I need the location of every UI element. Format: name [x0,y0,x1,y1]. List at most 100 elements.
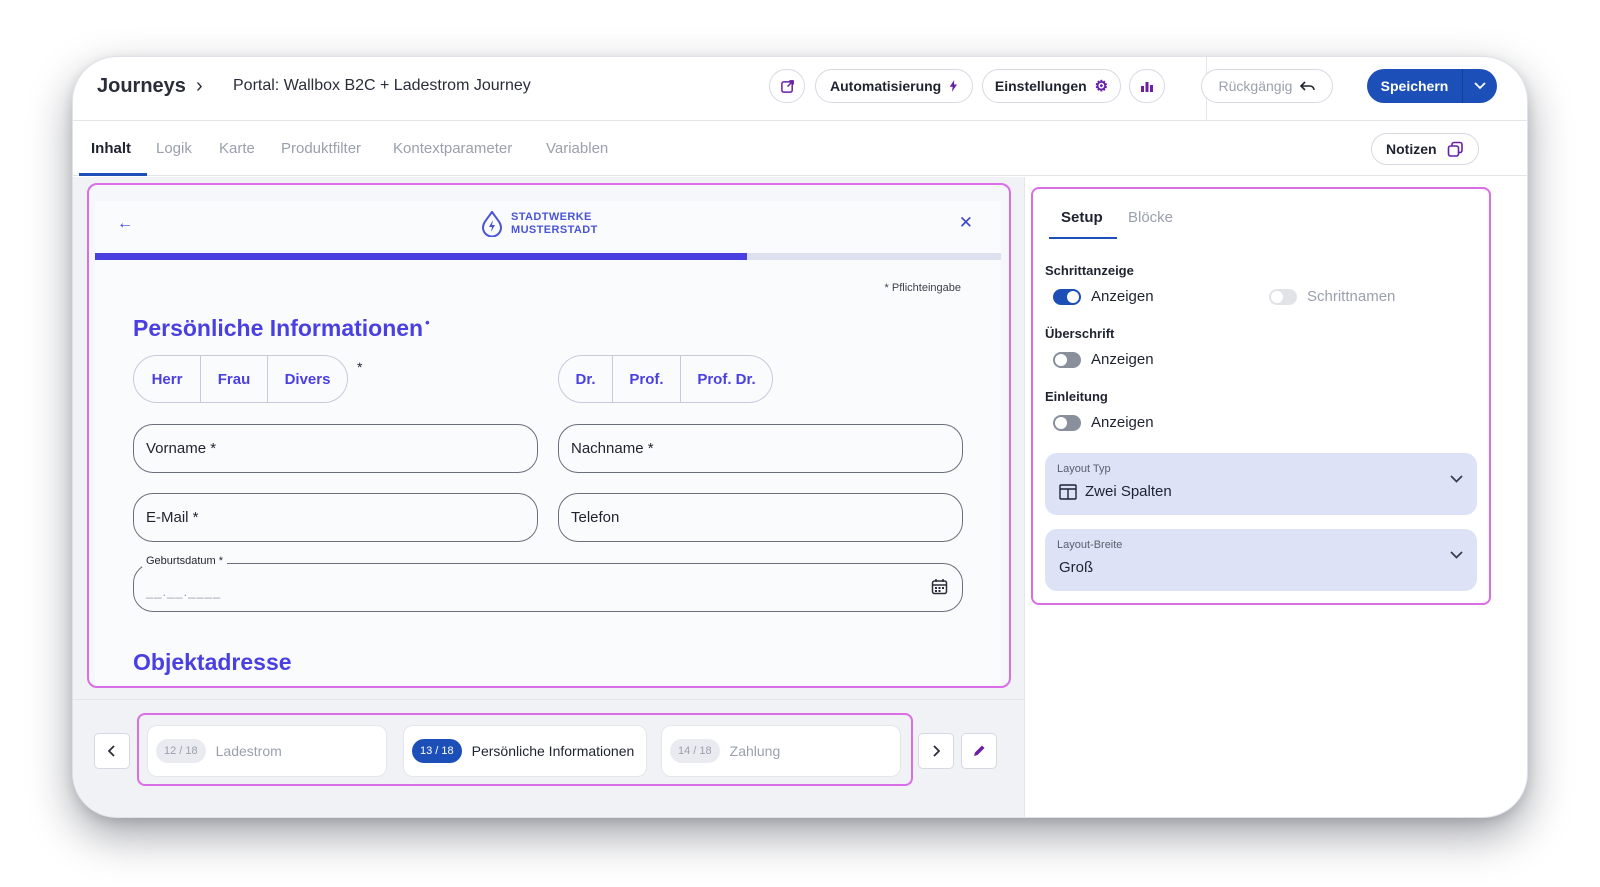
chevron-right-icon [933,745,940,757]
email-label: E-Mail * [146,509,199,526]
title-prof[interactable]: Prof. [613,356,681,402]
salutation-herr[interactable]: Herr [134,356,201,402]
step-names-toggle[interactable] [1269,288,1297,305]
form-progress-fill [95,253,748,260]
heading-label: Überschrift [1045,326,1115,341]
salutation-divers[interactable]: Divers [268,356,347,402]
active-tab-indicator [79,173,147,176]
step-card-zahlung[interactable]: 14 / 18 Zahlung [661,725,901,777]
section-title-marker: • [425,315,430,330]
firstname-field[interactable]: Vorname * [133,424,538,473]
section-title-personal: Persönliche Informationen • [133,315,430,342]
tab-inhalt[interactable]: Inhalt [91,140,131,157]
tab-logik[interactable]: Logik [156,140,192,157]
brand-name: STADTWERKE MUSTERSTADT [511,211,598,237]
academic-title-selector: Dr. Prof. Prof. Dr. [558,355,773,403]
intro-toggle-row: Anzeigen [1053,414,1154,431]
step-display-toggle-label: Anzeigen [1091,288,1154,305]
breadcrumb-journeys[interactable]: Journeys [97,75,186,98]
title-prof-dr[interactable]: Prof. Dr. [681,356,772,402]
form-preview: ← STADTWERKE MUSTERSTADT ✕ * Pflichteing… [95,201,1001,685]
energy-drop-icon [481,211,503,237]
section-title-text: Persönliche Informationen [133,315,424,341]
bar-chart-icon [1141,82,1153,92]
settings-button[interactable]: Einstellungen ⚙ [982,69,1121,103]
step-display-toggle[interactable] [1053,288,1081,305]
step-badge: 14 / 18 [670,739,720,763]
tab-produktfilter[interactable]: Produktfilter [281,140,361,157]
save-dropdown-button[interactable] [1463,69,1497,103]
lightning-icon [949,80,958,92]
brand-logo: STADTWERKE MUSTERSTADT [481,211,598,237]
layout-width-value: Groß [1059,559,1094,576]
step-card-persoenliche-informationen[interactable]: 13 / 18 Persönliche Informationen [403,725,647,777]
copy-icon [1447,141,1463,157]
step-card-ladestrom[interactable]: 12 / 18 Ladestrom [147,725,387,777]
save-button-group: Speichern [1367,69,1497,103]
calendar-icon[interactable] [931,578,948,595]
save-button[interactable]: Speichern [1367,69,1463,103]
step-names-toggle-row: Schrittnamen [1269,288,1395,305]
salutation-frau[interactable]: Frau [201,356,268,402]
open-external-button[interactable] [769,69,805,103]
prev-step-button[interactable] [94,733,130,769]
step-display-toggle-row: Anzeigen [1053,288,1154,305]
edit-step-button[interactable] [961,733,997,769]
salutation-required-marker: * [357,359,363,375]
chevron-down-icon [1450,475,1463,483]
brand-line-1: STADTWERKE [511,211,592,223]
chevron-down-icon [1450,551,1463,559]
layout-width-label: Layout-Breite [1057,539,1123,551]
intro-toggle[interactable] [1053,414,1081,431]
step-nav-divider [73,699,1025,700]
step-names-toggle-label: Schrittnamen [1307,288,1396,305]
heading-toggle-row: Anzeigen [1053,351,1154,368]
tab-karte[interactable]: Karte [219,140,255,157]
external-link-icon [780,79,794,93]
preview-highlight-frame: ← STADTWERKE MUSTERSTADT ✕ * Pflichteing… [87,183,1011,688]
heading-toggle-label: Anzeigen [1091,351,1154,368]
lastname-label: Nachname * [571,440,654,457]
notes-button[interactable]: Notizen [1371,133,1479,165]
undo-icon [1300,81,1316,91]
next-step-button[interactable] [918,733,954,769]
analytics-button[interactable] [1129,69,1165,103]
firstname-label: Vorname * [146,440,217,457]
step-badge-active: 13 / 18 [412,739,462,763]
editor-canvas: ← STADTWERKE MUSTERSTADT ✕ * Pflichteing… [73,177,1025,817]
intro-toggle-label: Anzeigen [1091,414,1154,431]
settings-label: Einstellungen [994,78,1087,94]
chevron-down-icon [1474,82,1486,90]
step-badge: 12 / 18 [156,739,206,763]
email-field[interactable]: E-Mail * [133,493,538,542]
phone-label: Telefon [571,509,620,526]
step-label: Ladestrom [215,743,282,759]
notes-label: Notizen [1386,141,1437,157]
form-progress-bar [95,253,1001,260]
undo-button[interactable]: Rückgängig [1201,69,1333,103]
heading-toggle[interactable] [1053,351,1081,368]
block-settings-panel: Setup Blöcke Schrittanzeige Anzeigen Sch… [1031,187,1491,605]
tab-kontextparameter[interactable]: Kontextparameter [393,140,512,157]
automation-button[interactable]: Automatisierung [815,69,973,103]
salutation-selector: Herr Frau Divers [133,355,348,403]
birthdate-mask: __.__.____ [146,584,222,599]
tab-setup[interactable]: Setup [1061,209,1103,226]
title-dr[interactable]: Dr. [559,356,613,402]
brand-line-2: MUSTERSTADT [511,224,598,236]
layout-type-select[interactable]: Layout Typ Zwei Spalten [1045,453,1477,515]
chevron-right-icon: › [196,75,203,97]
app-window: Journeys › Portal: Wallbox B2C + Ladestr… [73,57,1527,817]
lastname-field[interactable]: Nachname * [558,424,963,473]
tab-bloecke[interactable]: Blöcke [1128,209,1173,226]
layout-width-select[interactable]: Layout-Breite Groß [1045,529,1477,591]
birthdate-field[interactable]: Geburtsdatum * __.__.____ [133,555,963,612]
layout-width-value-row: Groß [1059,559,1093,576]
step-label-active: Persönliche Informationen [471,743,635,759]
phone-field[interactable]: Telefon [558,493,963,542]
back-arrow-icon[interactable]: ← [117,215,133,233]
section-title-address: Objektadresse [133,649,292,675]
top-header: Journeys › Portal: Wallbox B2C + Ladestr… [73,57,1527,121]
close-icon[interactable]: ✕ [959,213,973,233]
tab-variablen[interactable]: Variablen [546,140,608,157]
